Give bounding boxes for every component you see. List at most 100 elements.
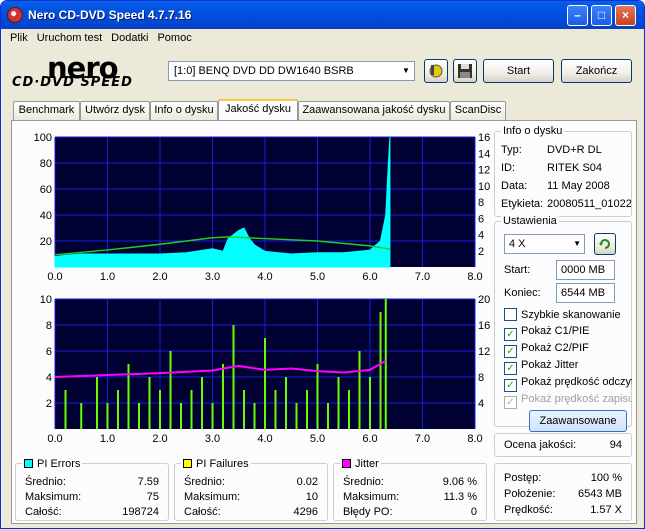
pi-failures-chart: 0.0 1.0 2.0 3.0 4.0 5.0 6.0 7.0 8.0 2 4 6 8 10 4 8 12 16 2…	[40, 294, 491, 445]
drive-select[interactable]: [1:0] BENQ DVD DD DW1640 BSRB ▼	[168, 61, 415, 81]
pie-max: 75	[146, 491, 159, 503]
pif-bar	[106, 403, 109, 429]
check-icon: ✓	[504, 396, 517, 409]
x-tick-label: 2.0	[152, 271, 167, 283]
progress-value: 100 %	[590, 472, 622, 484]
advanced-button[interactable]: Zaawansowane	[529, 410, 627, 432]
menu-uruchom-test[interactable]: Uruchom test	[37, 29, 102, 48]
pif-bar	[117, 390, 119, 429]
pif-bar	[211, 403, 214, 429]
pi-failures-stats: PI Failures Średnio: 0.02 Maksimum: 10 Cał…	[174, 458, 328, 521]
x-tick-label: 5.0	[310, 433, 325, 445]
disc-label: 20080511_01022	[547, 198, 631, 210]
nero-logo: nero CD·DVD SPEED	[12, 51, 133, 90]
disc-type: DVD+R DL	[547, 144, 602, 156]
close-button[interactable]: ×	[615, 5, 636, 26]
pif-bar	[148, 377, 151, 429]
pie-total: 198724	[122, 506, 159, 518]
jitter-stats: Jitter Średnio: 9.06 % Maksimum: 11.3 % Bł…	[333, 458, 487, 521]
x-tick-label: 1.0	[100, 271, 115, 283]
speed-select[interactable]: 4 X ▼	[504, 234, 585, 254]
tab-info-o-dysku[interactable]: Info o dysku	[150, 101, 218, 120]
tab-panel: 0.0 1.0 2.0 3.0 4.0 5.0 6.0 7.0 8.0 20 40 60 80 100 2 4…	[11, 120, 637, 524]
pif-total: 4296	[293, 506, 318, 518]
maximize-button[interactable]: □	[591, 5, 612, 26]
show-read-speed-checkbox[interactable]: ✓ Pokaż prędkość odczytu	[504, 376, 632, 392]
show-jitter-checkbox[interactable]: ✓ Pokaż Jitter	[504, 359, 578, 375]
jitter-color-swatch	[342, 459, 351, 468]
pif-bar	[96, 377, 98, 429]
menu-bar: Plik Uruchom test Dodatki Pomoc	[1, 29, 644, 48]
window-title: Nero CD-DVD Speed 4.7.7.16	[28, 8, 192, 22]
x-tick-label: 3.0	[205, 433, 220, 445]
x-tick-label: 3.0	[205, 271, 220, 283]
pif-bar	[253, 403, 256, 429]
menu-pomoc[interactable]: Pomoc	[157, 29, 191, 48]
refresh-icon	[599, 239, 610, 249]
check-icon: ✓	[504, 328, 517, 341]
start-field[interactable]: 0000 MB	[556, 260, 615, 280]
y2-tick-label: 4	[478, 398, 484, 410]
x-tick-label: 5.0	[310, 271, 325, 283]
pif-bar	[159, 390, 161, 429]
menu-plik[interactable]: Plik	[10, 29, 28, 48]
pif-avg: 0.02	[296, 476, 318, 488]
tab-scandisc[interactable]: ScanDisc	[450, 101, 506, 120]
pif-bar	[369, 377, 371, 429]
end-field[interactable]: 6544 MB	[556, 283, 615, 303]
x-tick-label: 2.0	[152, 433, 167, 445]
x-tick-label: 7.0	[415, 433, 430, 445]
pif-bar	[169, 351, 172, 429]
tab-benchmark[interactable]: Benchmark	[13, 101, 80, 120]
save-button[interactable]	[453, 59, 477, 83]
x-tick-label: 8.0	[467, 433, 482, 445]
pif-bar	[190, 390, 193, 429]
y2-tick-label: 6	[478, 213, 484, 225]
y-tick-label: 100	[34, 132, 52, 144]
x-tick-label: 6.0	[362, 433, 377, 445]
pif-bar	[80, 403, 83, 429]
y-tick-label: 10	[40, 294, 52, 306]
minimize-button[interactable]: –	[567, 5, 588, 26]
quick-scan-checkbox[interactable]: Szybkie skanowanie	[504, 308, 621, 321]
pif-bar	[180, 403, 182, 429]
title-bar[interactable]: Nero CD-DVD Speed 4.7.7.16 – □ ×	[1, 1, 644, 29]
x-tick-label: 7.0	[415, 271, 430, 283]
refresh-button[interactable]	[594, 233, 616, 255]
settings-group: Ustawienia 4 X ▼ Start: 0000 MB Koniec: 6…	[494, 215, 632, 432]
y-tick-label: 4	[46, 372, 52, 384]
drive-info-button[interactable]	[424, 59, 448, 83]
pif-bar	[264, 338, 266, 429]
pif-bar	[327, 403, 329, 429]
app-window: Nero CD-DVD Speed 4.7.7.16 – □ × Plik Uru…	[0, 0, 645, 529]
show-write-speed-checkbox: ✓ Pokaż prędkość zapisu	[504, 393, 632, 409]
pif-color-swatch	[183, 459, 192, 468]
x-tick-label: 0.0	[47, 433, 62, 445]
y2-tick-label: 2	[478, 246, 484, 258]
start-button[interactable]: Start	[483, 59, 554, 83]
chevron-down-icon: ▼	[402, 66, 410, 75]
show-pif-checkbox[interactable]: ✓ Pokaż C2/PIF	[504, 342, 589, 358]
end-button[interactable]: Zakończ	[561, 59, 632, 83]
menu-dodatki[interactable]: Dodatki	[111, 29, 148, 48]
pif-bar	[201, 377, 203, 429]
tab-zaawansowana-jakosc[interactable]: Zaawansowana jakość dysku	[298, 101, 450, 120]
jitter-avg: 9.06 %	[442, 476, 477, 488]
floppy-icon	[458, 64, 472, 78]
chevron-down-icon: ▼	[573, 239, 581, 248]
pif-bar	[274, 390, 277, 429]
x-tick-label: 0.0	[47, 271, 62, 283]
tab-jakosc-dysku[interactable]: Jakość dysku	[218, 99, 298, 120]
speed-value: 1.57 X	[590, 504, 622, 516]
pif-bar	[64, 390, 67, 429]
pif-max: 10	[305, 491, 318, 503]
pif-bar	[295, 403, 298, 429]
y-tick-label: 8	[46, 320, 52, 332]
progress-group: Postęp: 100 % Położenie: 6543 MB Prędkoś…	[494, 463, 632, 521]
tab-utworz-dysk[interactable]: Utwórz dysk	[80, 101, 150, 120]
disc-info-group: Info o dysku Typ: DVD+R DL ID: RITEK S04…	[494, 125, 632, 217]
quality-group: Ocena jakości: 94	[494, 433, 632, 457]
show-pie-checkbox[interactable]: ✓ Pokaż C1/PIE	[504, 325, 589, 341]
y2-tick-label: 14	[478, 148, 490, 160]
quality-score: 94	[609, 439, 622, 451]
